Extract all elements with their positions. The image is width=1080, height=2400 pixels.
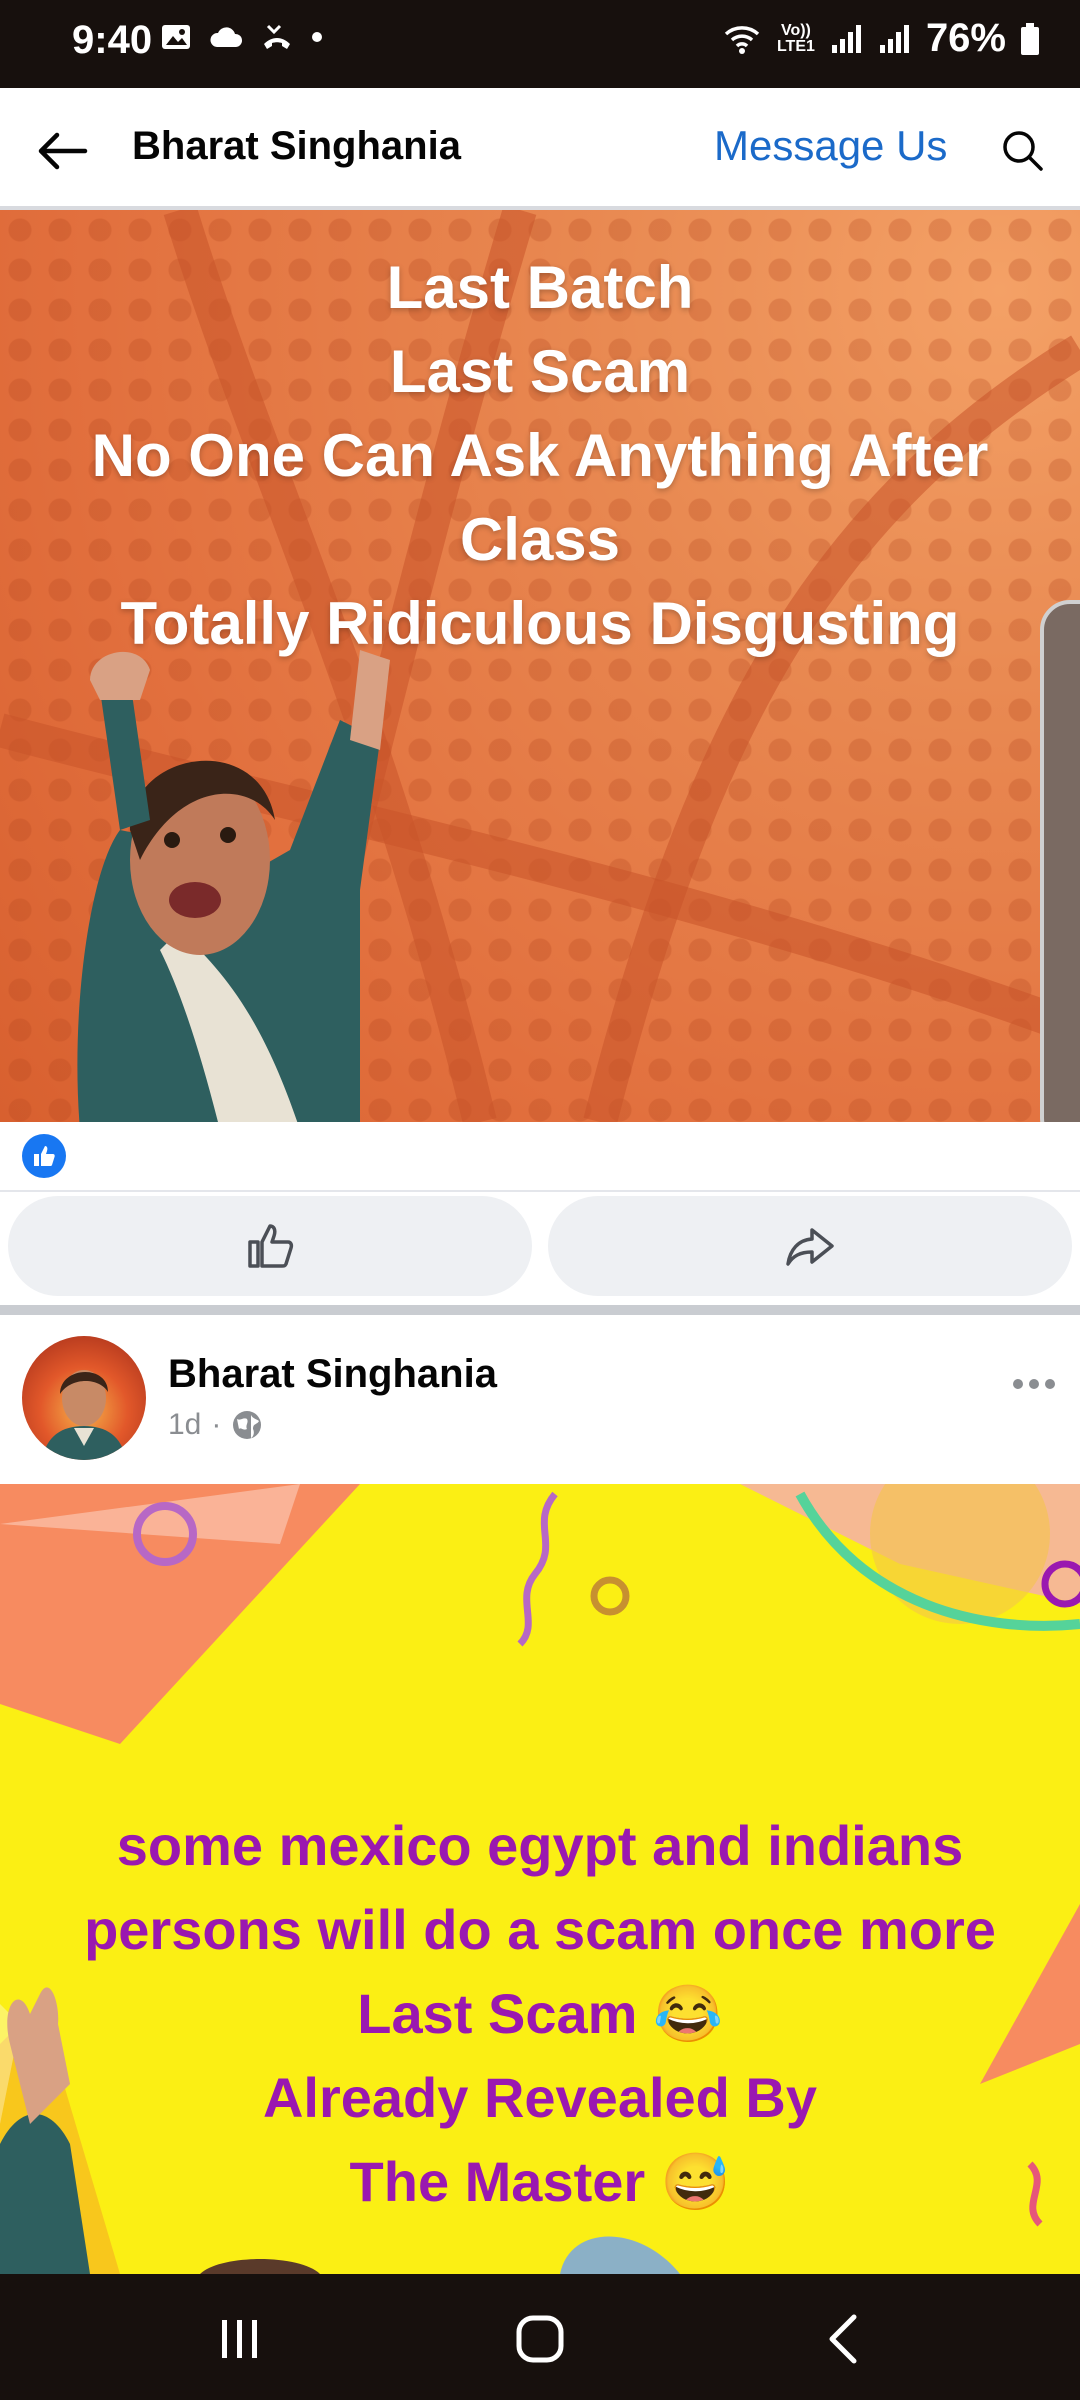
message-us-button[interactable]: Message Us: [714, 122, 947, 170]
network-label: Vo)) LTE1: [776, 21, 815, 55]
caption-line: Last Scam: [389, 338, 691, 405]
back-button[interactable]: [30, 118, 96, 184]
page-title: Bharat Singhania: [132, 124, 461, 168]
feed-divider: [0, 1305, 1080, 1315]
edge-panel-handle[interactable]: [1040, 600, 1080, 1148]
status-right: Vo)) LTE1 76%: [722, 16, 1040, 61]
like-button[interactable]: [8, 1196, 532, 1296]
status-time: 9:40: [72, 18, 153, 62]
status-bar: 9:40 Vo)) LTE1 76%: [0, 0, 1080, 88]
globe-icon: [233, 1411, 262, 1439]
battery-percent: 76%: [925, 16, 1006, 60]
missed-call-icon: [264, 24, 290, 49]
search-icon: [1003, 131, 1043, 171]
more-icon: [1029, 1379, 1039, 1389]
more-options-button[interactable]: [1004, 1364, 1064, 1404]
home-button[interactable]: [500, 2304, 580, 2374]
avatar-illustration: [77, 650, 390, 1122]
caption-line: Last Batch: [386, 254, 694, 321]
caption-line: some mexico egypt and indians persons wi…: [84, 1814, 996, 1961]
recents-icon: [222, 2320, 257, 2358]
caption-line: The Master 😅: [349, 2150, 731, 2213]
recents-button[interactable]: [200, 2304, 280, 2374]
caption-line: Totally Ridiculous Disgusting: [120, 590, 960, 657]
post-actions: [0, 1192, 1080, 1298]
post-time[interactable]: 1d: [168, 1408, 201, 1442]
caption-line: Already Revealed By: [262, 2066, 818, 2129]
more-icon: [1013, 1379, 1023, 1389]
signal-icon-2: [879, 24, 909, 53]
like-reaction-icon: [22, 1134, 66, 1178]
system-nav-bar: [0, 2274, 1080, 2400]
home-icon: [516, 2315, 564, 2363]
post-meta: 1d ·: [168, 1408, 263, 1442]
caption-line: Last Scam 😂: [357, 1982, 723, 2045]
share-button[interactable]: [548, 1196, 1072, 1296]
reaction-summary[interactable]: [0, 1122, 1080, 1192]
post-2-header: Bharat Singhania 1d ·: [0, 1316, 1080, 1484]
signal-icon: [831, 24, 861, 53]
post-image-1[interactable]: Last Batch Last Scam No One Can Ask Anyt…: [0, 210, 1080, 1122]
share-icon: [786, 1228, 834, 1266]
post-image-2[interactable]: some mexico egypt and indians persons wi…: [0, 1484, 1080, 2274]
back-nav-button[interactable]: [804, 2304, 884, 2374]
dot-icon: [312, 32, 322, 42]
like-icon: [248, 1224, 294, 1268]
battery-icon: [1021, 22, 1039, 55]
wifi-icon: [724, 25, 760, 54]
more-icon: [1045, 1379, 1055, 1389]
search-button[interactable]: [990, 118, 1056, 184]
avatar[interactable]: [22, 1336, 146, 1460]
notification-icons: [160, 20, 324, 54]
post-2-caption: some mexico egypt and indians persons wi…: [30, 1804, 1050, 2224]
arrow-left-icon: [38, 132, 88, 170]
post-author[interactable]: Bharat Singhania: [168, 1352, 497, 1397]
page-header: Bharat Singhania Message Us: [0, 88, 1080, 212]
meta-separator: ·: [211, 1408, 222, 1441]
caption-line: No One Can Ask Anything After Class: [91, 422, 989, 573]
image-icon: [162, 25, 190, 49]
post-1-caption: Last Batch Last Scam No One Can Ask Anyt…: [40, 246, 1040, 666]
chevron-left-icon: [829, 2314, 857, 2364]
cloud-icon: [210, 27, 243, 47]
